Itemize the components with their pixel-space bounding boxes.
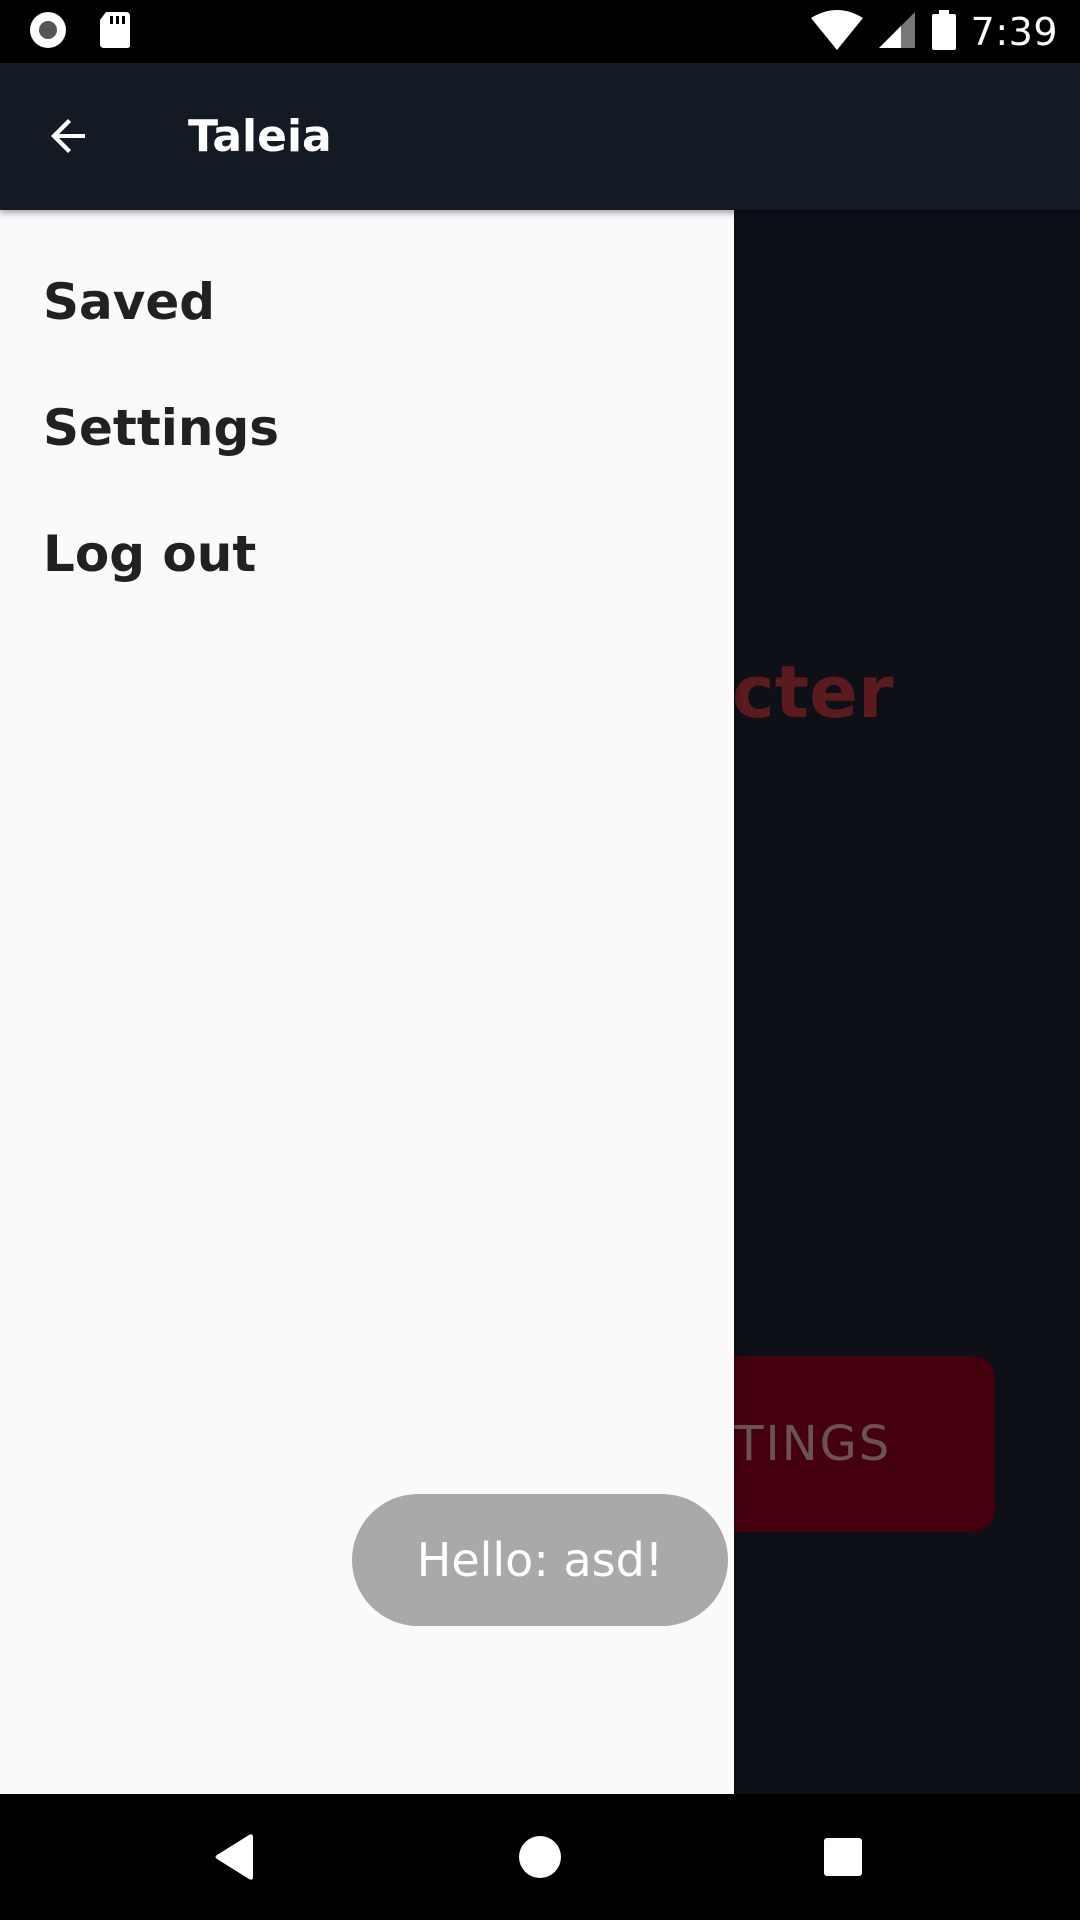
cell-signal-icon bbox=[877, 10, 917, 54]
nav-home-icon bbox=[518, 1835, 562, 1883]
nav-recents-icon bbox=[823, 1837, 863, 1881]
status-left bbox=[28, 12, 132, 52]
app-bar: Taleia bbox=[0, 63, 1080, 210]
system-nav-bar bbox=[0, 1794, 1080, 1920]
drawer-item-label: Settings bbox=[43, 399, 280, 457]
drawer-item-settings[interactable]: Settings bbox=[43, 388, 693, 468]
character-heading-visible: cter bbox=[732, 650, 894, 734]
drawer-item-label: Log out bbox=[43, 525, 257, 583]
nav-back-button[interactable] bbox=[200, 1824, 270, 1894]
back-button[interactable] bbox=[34, 103, 104, 173]
record-icon bbox=[28, 10, 68, 54]
battery-icon bbox=[931, 10, 957, 54]
drawer-item-log-out[interactable]: Log out bbox=[43, 514, 693, 594]
sd-card-icon bbox=[98, 10, 132, 54]
nav-home-button[interactable] bbox=[505, 1824, 575, 1894]
drawer-item-label: Saved bbox=[43, 273, 216, 331]
wifi-icon bbox=[810, 10, 863, 54]
status-right: 7:39 bbox=[810, 8, 1058, 56]
status-time: 7:39 bbox=[970, 10, 1058, 54]
arrow-back-icon bbox=[45, 112, 93, 164]
app-title: Taleia bbox=[188, 111, 332, 162]
status-bar: 7:39 bbox=[0, 0, 1080, 63]
drawer-item-saved[interactable]: Saved bbox=[43, 262, 693, 342]
toast: Hello: asd! bbox=[352, 1494, 728, 1626]
screen: 7:39 Taleia cter TTINGS Saved Settings L… bbox=[0, 0, 1080, 1920]
nav-back-icon bbox=[213, 1833, 257, 1885]
toast-message: Hello: asd! bbox=[416, 1533, 664, 1587]
nav-recents-button[interactable] bbox=[808, 1824, 878, 1894]
